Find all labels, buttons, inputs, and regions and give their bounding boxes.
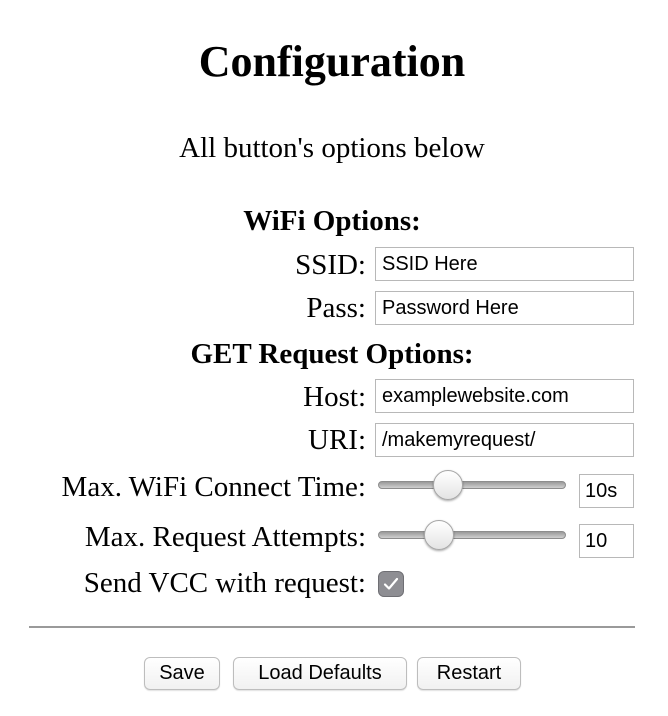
restart-button[interactable]: Restart [417, 657, 521, 690]
password-input[interactable] [375, 291, 634, 325]
max-request-attempts-slider[interactable] [378, 520, 566, 550]
get-request-options-heading: GET Request Options: [190, 338, 474, 370]
wifi-options-heading: WiFi Options: [243, 205, 421, 237]
uri-label: URI: [308, 424, 366, 456]
max-wifi-connect-time-slider[interactable] [378, 470, 566, 500]
max-wifi-connect-time-label: Max. WiFi Connect Time: [61, 471, 366, 503]
save-button[interactable]: Save [144, 657, 220, 690]
host-input[interactable] [375, 379, 634, 413]
max-request-attempts-value: 10 [579, 524, 634, 558]
slider-thumb[interactable] [423, 520, 454, 550]
ssid-label: SSID: [295, 249, 366, 281]
divider [29, 626, 635, 628]
slider-track [378, 481, 566, 489]
slider-track [378, 531, 566, 539]
host-label: Host: [303, 381, 366, 413]
ssid-input[interactable] [375, 247, 634, 281]
send-vcc-label: Send VCC with request: [83, 567, 366, 599]
max-wifi-connect-time-value: 10s [579, 474, 634, 508]
pass-label: Pass: [306, 292, 366, 324]
max-request-attempts-label: Max. Request Attempts: [84, 521, 366, 553]
page-title: Configuration [198, 37, 466, 86]
checkmark-icon [383, 577, 399, 590]
uri-input[interactable] [375, 423, 634, 457]
send-vcc-checkbox[interactable] [378, 571, 404, 597]
page-subtitle: All button's options below [179, 132, 485, 164]
slider-thumb[interactable] [433, 470, 464, 500]
load-defaults-button[interactable]: Load Defaults [233, 657, 407, 690]
